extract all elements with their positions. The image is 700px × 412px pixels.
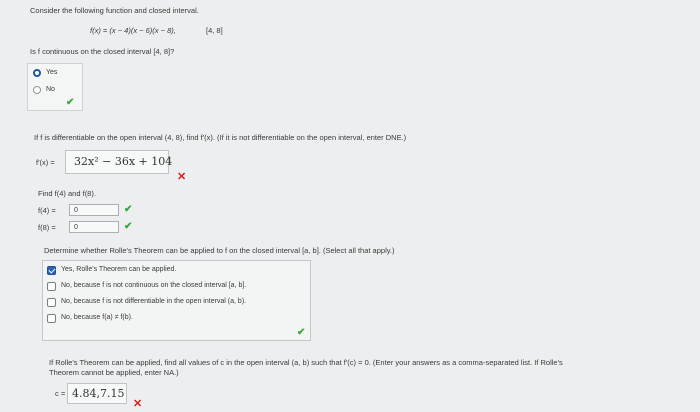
derivative-label: f′(x) = <box>36 158 55 167</box>
f8-input[interactable]: 0 <box>69 221 119 233</box>
c-label: c = <box>55 389 66 398</box>
continuity-question: Is f continuous on the closed interval [… <box>30 47 175 56</box>
c-values-question-line1: If Rolle's Theorem can be applied, find … <box>49 358 563 367</box>
radio-yes[interactable] <box>33 69 41 77</box>
function-definition: f(x) = (x − 4)(x − 6)(x − 8), <box>90 26 176 35</box>
rolle-option-not-continuous-label: No, because f is not continuous on the c… <box>61 282 247 289</box>
radio-no[interactable] <box>33 86 41 94</box>
f4-check-icon: ✔ <box>124 204 133 215</box>
rolle-question: Determine whether Rolle's Theorem can be… <box>44 246 395 255</box>
c-values-question-line2: Theorem cannot be applied, enter NA.) <box>49 368 179 377</box>
rolle-option-not-differentiable-checkbox[interactable] <box>47 298 56 307</box>
radio-yes-label: Yes <box>46 69 58 76</box>
rolle-option-unequal-checkbox[interactable] <box>47 314 56 323</box>
correct-check-icon: ✔ <box>66 97 75 108</box>
continuity-choices: Yes No ✔ <box>27 63 83 111</box>
values-prompt: Find f(4) and f(8). <box>38 189 96 198</box>
f4-input[interactable]: 0 <box>69 204 119 216</box>
c-values-answer-input[interactable]: 4.84,7.15 <box>67 383 127 404</box>
f8-label: f(8) = <box>38 223 56 232</box>
rolle-option-yes-label: Yes, Rolle's Theorem can be applied. <box>61 266 177 273</box>
derivative-answer-input[interactable]: 32x² − 36x + 104 <box>65 150 173 174</box>
rolle-option-not-continuous-checkbox[interactable] <box>47 282 56 291</box>
rolle-choices: Yes, Rolle's Theorem can be applied. No,… <box>42 260 311 341</box>
f4-label: f(4) = <box>38 206 56 215</box>
intro-text: Consider the following function and clos… <box>30 6 199 15</box>
question-page: Consider the following function and clos… <box>0 0 700 412</box>
c-values-answer-value: 4.84,7.15 <box>72 387 125 400</box>
rolle-option-not-differentiable-label: No, because f is not differentiable in t… <box>61 298 247 305</box>
rolle-option-unequal-label: No, because f(a) ≠ f(b). <box>61 314 133 321</box>
derivative-question: If f is differentiable on the open inter… <box>34 133 407 142</box>
radio-no-label: No <box>46 86 55 93</box>
interval: [4, 8] <box>206 26 223 35</box>
c-values-cross-icon: ✕ <box>133 398 143 410</box>
rolle-check-icon: ✔ <box>297 327 306 338</box>
f8-check-icon: ✔ <box>124 221 133 232</box>
rolle-option-yes-checkbox[interactable] <box>47 266 56 275</box>
wrong-cross-icon: ✕ <box>177 171 187 183</box>
derivative-answer-value: 32x² − 36x + 104 <box>74 155 173 168</box>
